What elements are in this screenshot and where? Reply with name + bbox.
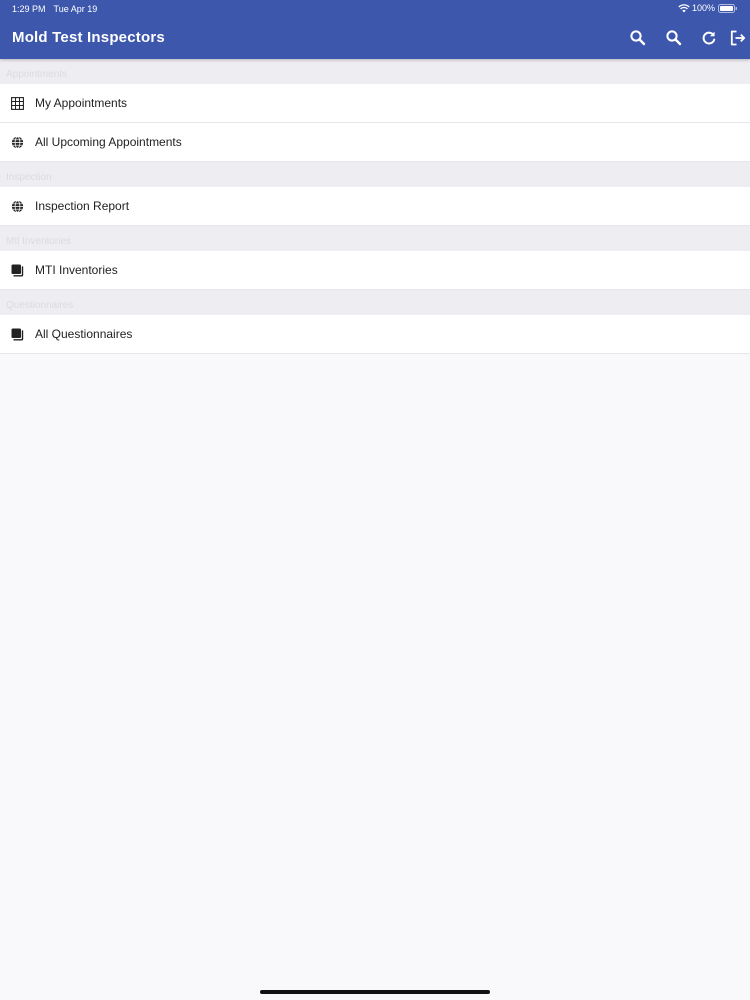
section-header-mtl-inventories: Mtl Inventories [0, 226, 750, 251]
logout-icon [728, 28, 748, 48]
logout-button[interactable] [728, 28, 748, 48]
home-indicator [260, 990, 490, 994]
search-button[interactable] [628, 28, 648, 48]
battery-percent: 100% [691, 3, 715, 13]
refresh-icon [699, 28, 719, 48]
refresh-button[interactable] [699, 28, 719, 48]
globe-icon [11, 200, 24, 213]
list-item-mti-inventories[interactable]: MTI Inventories [0, 251, 750, 290]
menu-list: Appointments My Appointments All Upcomin… [0, 59, 750, 354]
stack-icon [11, 328, 24, 341]
list-item-all-questionnaires[interactable]: All Questionnaires [0, 315, 750, 354]
status-time: 1:29 PM [12, 4, 46, 14]
list-item-label: All Questionnaires [35, 327, 133, 341]
search-button-secondary[interactable] [664, 28, 684, 48]
section-header-label: Appointments [6, 69, 68, 80]
list-item-label: MTI Inventories [35, 263, 118, 277]
section-header-label: Questionnaires [6, 300, 74, 311]
search-icon [628, 28, 648, 48]
search-icon [664, 28, 684, 48]
list-item-label: Inspection Report [35, 199, 130, 213]
section-header-label: Mtl Inventories [6, 236, 72, 247]
list-item-label: My Appointments [35, 96, 128, 110]
status-bar-left: 1:29 PM Tue Apr 19 [12, 4, 97, 14]
section-header-label: Inspection [6, 172, 52, 183]
status-date: Tue Apr 19 [53, 4, 98, 14]
list-item-inspection-report[interactable]: Inspection Report [0, 187, 750, 226]
app-title: Mold Test Inspectors [12, 29, 165, 46]
section-header-questionnaires: Questionnaires [0, 290, 750, 315]
status-bar-right: 100% [678, 3, 738, 13]
screen: 1:29 PM Tue Apr 19 100% Mold Test Inspect… [0, 0, 750, 1000]
stack-icon [11, 264, 24, 277]
list-item-label: All Upcoming Appointments [35, 135, 182, 149]
grid-icon [11, 97, 24, 110]
list-item-all-upcoming-appointments[interactable]: All Upcoming Appointments [0, 123, 750, 162]
wifi-icon [678, 3, 690, 13]
battery-icon [718, 3, 738, 13]
list-item-my-appointments[interactable]: My Appointments [0, 84, 750, 123]
section-header-inspection: Inspection [0, 162, 750, 187]
globe-icon [11, 136, 24, 149]
section-header-appointments: Appointments [0, 59, 750, 84]
app-bar: 1:29 PM Tue Apr 19 100% Mold Test Inspect… [0, 0, 750, 59]
